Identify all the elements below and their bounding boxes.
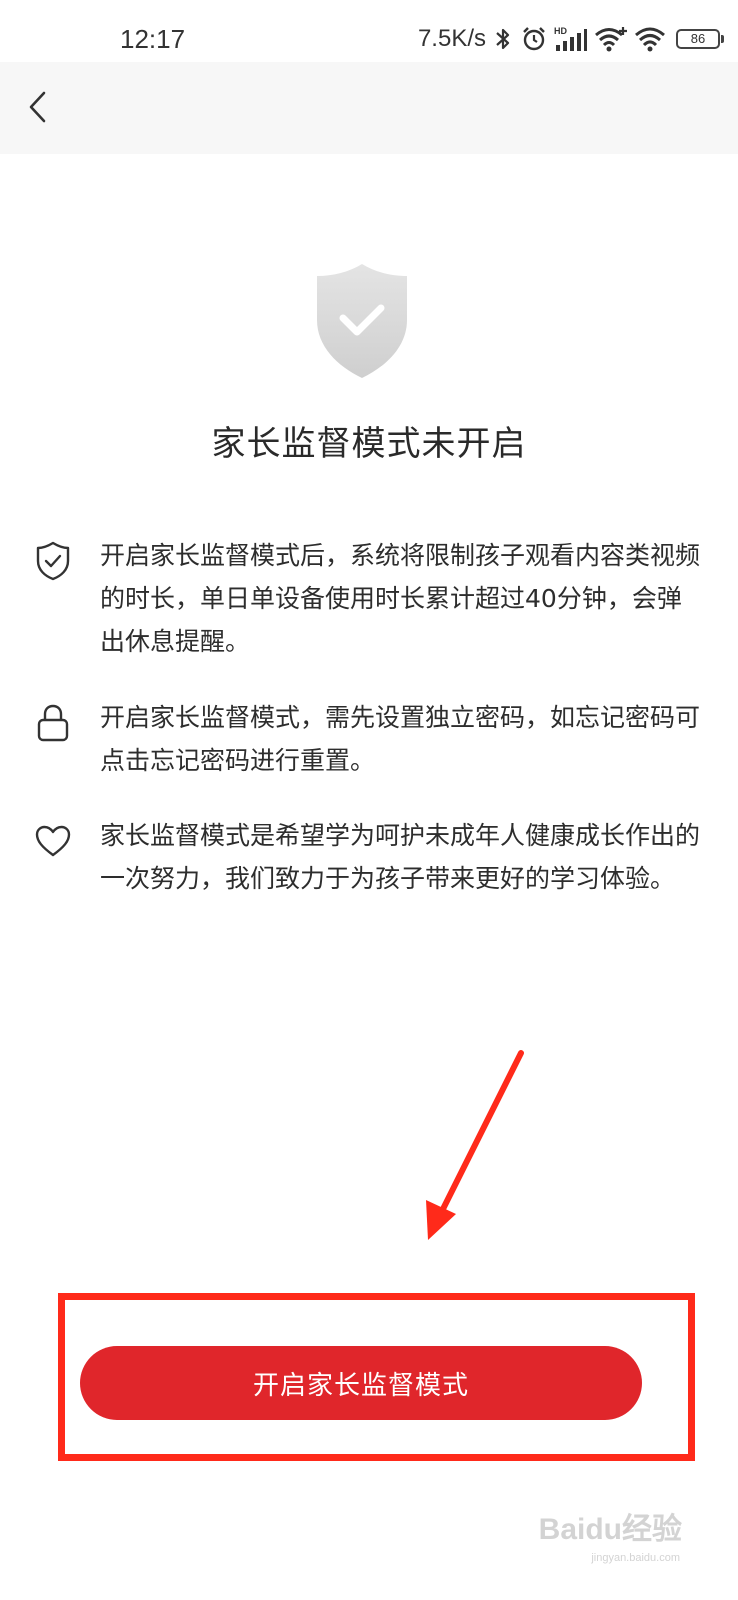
heart-icon: [32, 820, 74, 862]
info-text-password: 开启家长监督模式，需先设置独立密码，如忘记密码可点击忘记密码进行重置。: [100, 703, 701, 775]
lock-icon: [32, 702, 74, 744]
status-icons: 7.5K/s HD 86: [417, 22, 724, 56]
battery-icon: 86: [676, 29, 724, 49]
info-item-time-limit: 开启家长监督模式后，系统将限制孩子观看内容类视频的时长，单日单设备使用时长累计超…: [32, 534, 702, 664]
network-speed: 7.5K/s: [417, 25, 486, 52]
watermark-url: jingyan.baidu.com: [591, 1552, 680, 1564]
info-item-password: 开启家长监督模式，需先设置独立密码，如忘记密码可点击忘记密码进行重置。: [32, 696, 702, 784]
status-time: 12:17: [120, 24, 186, 54]
info-item-care: 家长监督模式是希望学为呵护未成年人健康成长作出的一次努力，我们致力于为孩子带来更…: [32, 814, 702, 944]
bluetooth-icon: [492, 26, 514, 52]
svg-text:HD: HD: [554, 26, 567, 36]
wifi-plus-icon: [594, 25, 628, 53]
shield-check-outline-icon: [32, 540, 74, 582]
battery-level: 86: [690, 31, 706, 46]
watermark-logo: Baidu经验: [538, 1513, 682, 1546]
page-title: 家长监督模式未开启: [211, 424, 527, 464]
shield-check-icon: [313, 262, 411, 380]
back-button[interactable]: [16, 82, 60, 132]
enable-parental-mode-button[interactable]: 开启家长监督模式: [80, 1346, 642, 1420]
hd-signal-icon: HD: [554, 25, 588, 53]
info-text-care: 家长监督模式是希望学为呵护未成年人健康成长作出的一次努力，我们致力于为孩子带来更…: [100, 821, 701, 893]
chevron-left-icon: [29, 91, 46, 123]
alarm-icon: [520, 25, 548, 53]
wifi-icon: [634, 25, 666, 53]
info-text-time-limit: 开启家长监督模式后，系统将限制孩子观看内容类视频的时长，单日单设备使用时长累计超…: [100, 541, 701, 656]
status-bar: 12:17 7.5K/s HD 86: [0, 0, 738, 62]
nav-bar: [0, 62, 738, 154]
